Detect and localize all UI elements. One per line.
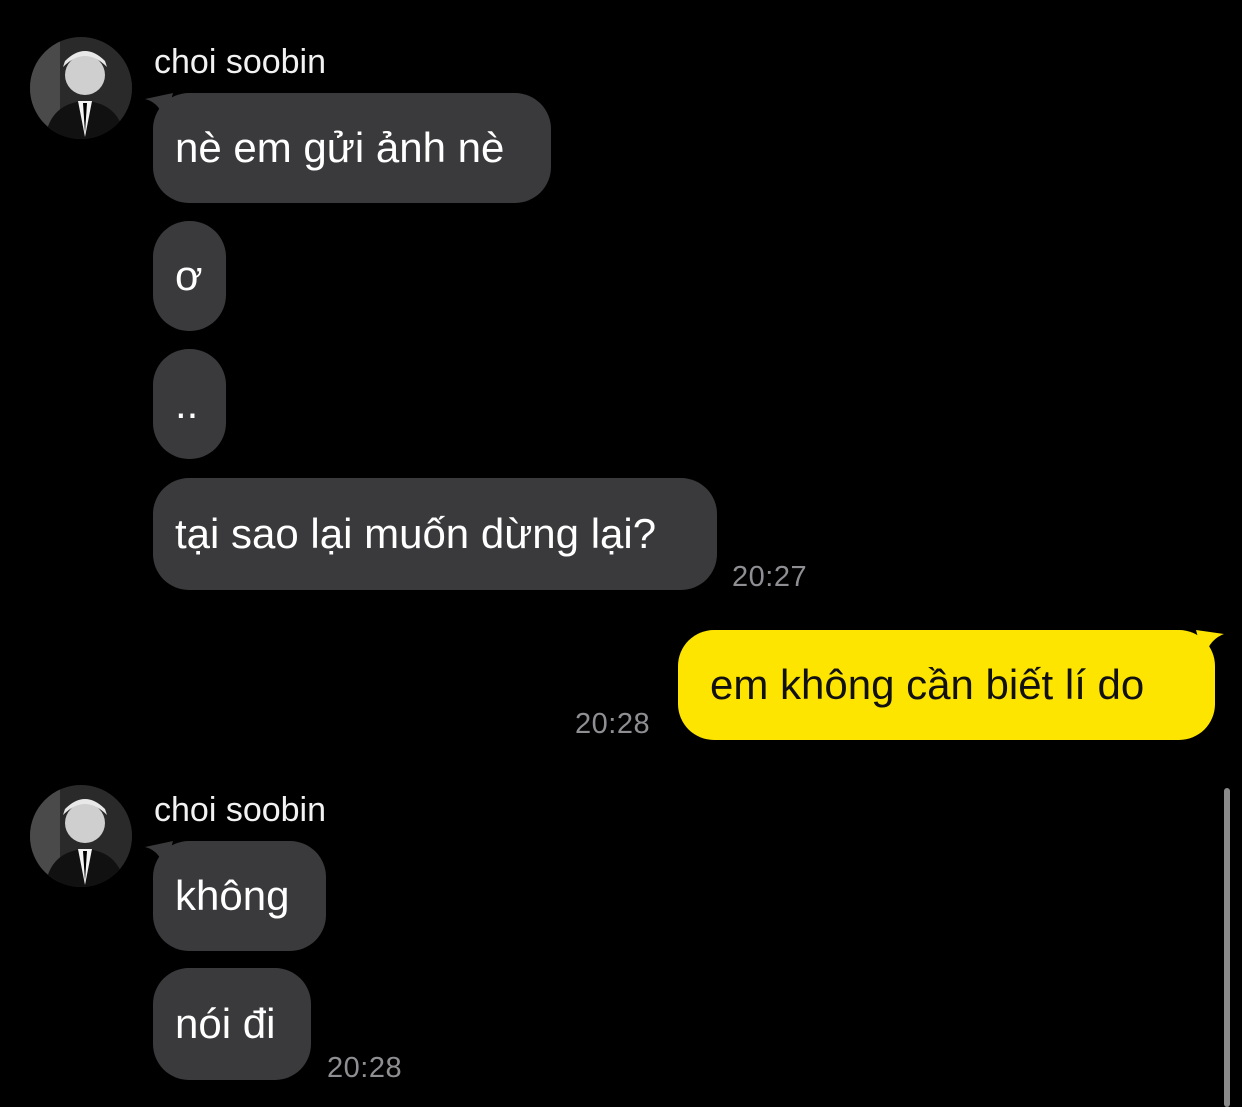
sender-avatar[interactable] <box>30 785 132 887</box>
incoming-message[interactable]: nè em gửi ảnh nè <box>153 93 551 203</box>
sender-name: choi soobin <box>154 791 327 829</box>
bubble-tail <box>1196 630 1224 660</box>
incoming-message[interactable]: nói đi <box>153 968 311 1080</box>
message-timestamp: 20:28 <box>575 708 651 740</box>
outgoing-message[interactable]: em không cần biết lí do <box>678 630 1215 740</box>
bubble-tail <box>145 93 173 123</box>
incoming-message[interactable]: .. <box>153 349 226 459</box>
sender-avatar[interactable] <box>30 37 132 139</box>
bubble-tail <box>145 841 173 871</box>
incoming-message[interactable]: ơ <box>153 221 226 331</box>
incoming-message[interactable]: tại sao lại muốn dừng lại? <box>153 478 717 590</box>
message-timestamp: 20:27 <box>732 561 808 593</box>
incoming-message[interactable]: không <box>153 841 326 951</box>
scrollbar[interactable] <box>1224 788 1230 1107</box>
message-timestamp: 20:28 <box>327 1052 403 1084</box>
sender-name: choi soobin <box>154 43 327 81</box>
